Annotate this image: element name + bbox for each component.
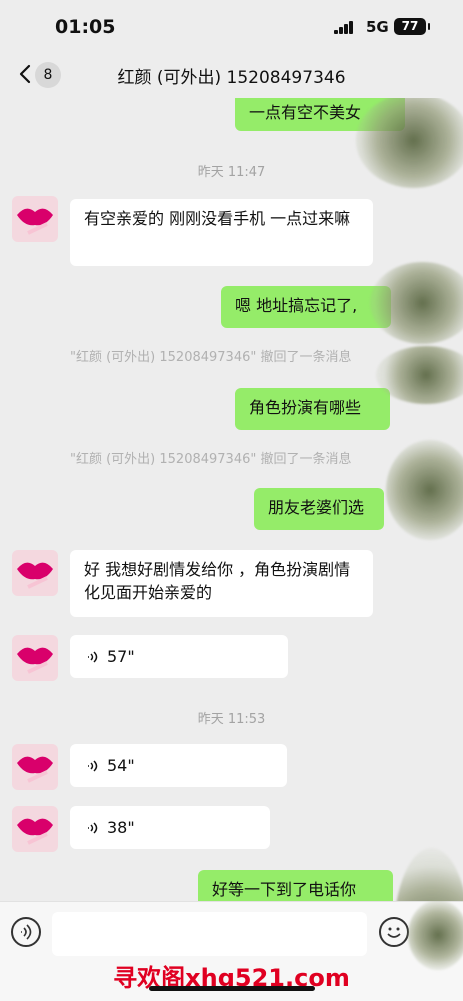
voice-input-button[interactable] (11, 917, 41, 947)
recall-notice: "红颜 (可外出) 15208497346" 撤回了一条消息 (70, 350, 352, 365)
redaction-smudge (370, 262, 463, 344)
time-separator: 昨天 11:53 (197, 712, 266, 727)
avatar[interactable] (12, 806, 58, 852)
avatar[interactable] (12, 744, 58, 790)
lips-avatar-icon (12, 196, 58, 242)
sent-message[interactable]: 好等一下到了电话你 (198, 870, 393, 901)
voice-duration: 54" (107, 756, 135, 775)
voice-wave-icon (88, 759, 98, 772)
sent-message[interactable]: 嗯 地址搞忘记了, (221, 286, 391, 328)
lips-avatar-icon (12, 635, 58, 681)
voice-message[interactable]: 38" (70, 806, 270, 849)
chat-title: 红颜 (可外出) 15208497346 (117, 68, 346, 88)
voice-duration: 38" (107, 818, 135, 837)
redaction-smudge (386, 440, 463, 540)
lips-avatar-icon (12, 550, 58, 596)
voice-duration: 57" (107, 647, 135, 666)
voice-wave-icon (88, 821, 98, 834)
home-indicator (149, 986, 315, 991)
voice-message[interactable]: 54" (70, 744, 287, 787)
lips-avatar-icon (12, 806, 58, 852)
status-bar: 01:05 5G 77 (0, 0, 463, 54)
received-message[interactable]: 好 我想好剧情发给你 ，角色扮演剧情化见面开始亲爱的 (70, 550, 373, 617)
status-time: 01:05 (55, 16, 116, 38)
emoji-button[interactable] (379, 917, 409, 947)
avatar[interactable] (12, 550, 58, 596)
avatar[interactable] (12, 196, 58, 242)
signal-icon (334, 20, 358, 34)
chat-header: 8 红颜 (可外出) 15208497346 (0, 54, 463, 98)
message-input[interactable] (52, 912, 367, 956)
emoji-icon (387, 927, 401, 938)
voice-wave-icon (88, 650, 98, 663)
battery-icon: 77 (394, 18, 430, 35)
voice-message[interactable]: 57" (70, 635, 288, 678)
redaction-smudge (394, 848, 463, 901)
message-list[interactable]: 一点有空不美女 昨天 11:47 有空亲爱的 刚刚没看手机 一点过来嘛 嗯 地址… (0, 98, 463, 901)
network-type: 5G (366, 18, 389, 36)
sent-message[interactable]: 角色扮演有哪些 (235, 388, 390, 430)
lips-avatar-icon (12, 744, 58, 790)
voice-icon (21, 924, 32, 940)
received-message[interactable]: 有空亲爱的 刚刚没看手机 一点过来嘛 (70, 199, 373, 266)
sent-message[interactable]: 朋友老婆们选 (254, 488, 384, 530)
recall-notice: "红颜 (可外出) 15208497346" 撤回了一条消息 (70, 452, 352, 467)
avatar[interactable] (12, 635, 58, 681)
